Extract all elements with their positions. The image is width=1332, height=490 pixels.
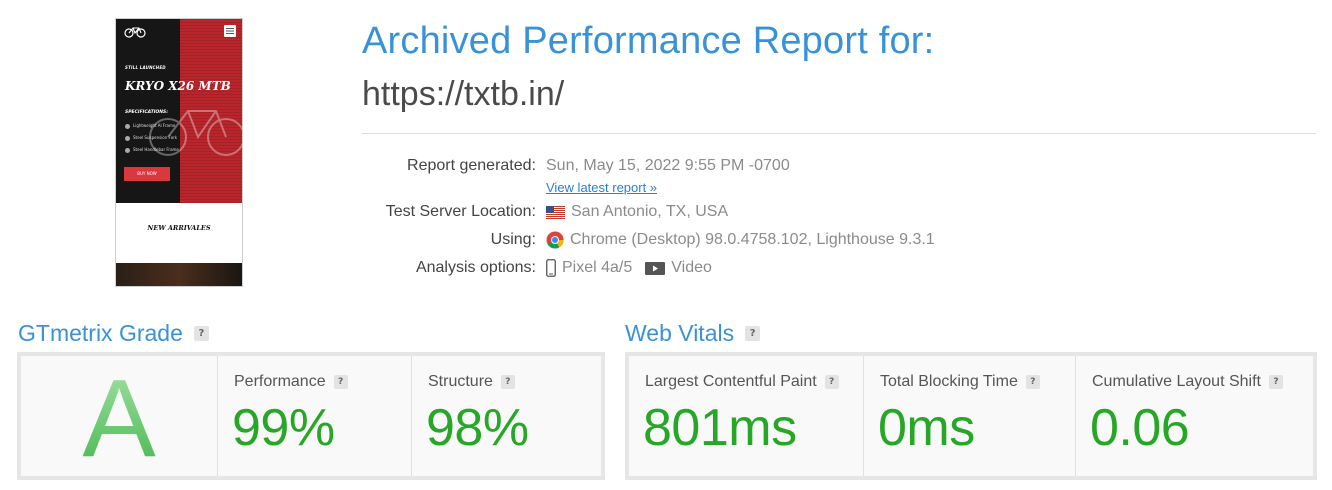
cls-value: 0.06 <box>1090 399 1190 457</box>
thumbnail-tagline: STILL LAUNCHED <box>125 65 166 70</box>
thumbnail-section-heading: NEW ARRIVALES <box>147 224 211 232</box>
performance-score: 99% <box>232 399 335 457</box>
cls-label: Cumulative Layout Shift? <box>1092 373 1283 391</box>
help-icon[interactable]: ? <box>745 326 761 341</box>
thumbnail-spec-item: Steel Handlebar Frame <box>125 147 179 153</box>
help-icon[interactable]: ? <box>824 375 839 389</box>
web-vitals-heading: Web Vitals ? <box>625 320 761 347</box>
performance-cell: Performance? 99% <box>218 356 412 476</box>
help-icon[interactable]: ? <box>1025 375 1040 389</box>
thumbnail-buy-button: BUY NOW <box>124 167 170 181</box>
gtmetrix-grade-panel: A Performance? 99% Structure? 98% <box>17 352 605 480</box>
help-icon[interactable]: ? <box>500 375 515 389</box>
gtmetrix-grade-heading: GTmetrix Grade ? <box>18 320 209 347</box>
using-label: Using: <box>490 231 536 248</box>
help-icon[interactable]: ? <box>333 375 348 389</box>
lcp-label: Largest Contentful Paint? <box>645 373 839 391</box>
report-generated-value: Sun, May 15, 2022 9:55 PM -0700 <box>546 157 790 174</box>
thumbnail-footer-image <box>116 263 242 286</box>
page-title: Archived Performance Report for: <box>362 20 935 62</box>
report-generated-label: Report generated: <box>407 157 536 174</box>
server-location-value: San Antonio, TX, USA <box>546 203 728 221</box>
tbt-value: 0ms <box>878 399 975 457</box>
grade-cell: A <box>21 356 218 476</box>
thumbnail-spec-item: Steel Suspension Fork <box>125 135 177 141</box>
lcp-cell: Largest Contentful Paint? 801ms <box>629 356 864 476</box>
structure-label: Structure? <box>428 373 515 391</box>
using-value: Chrome (Desktop) 98.0.4758.102, Lighthou… <box>546 231 935 249</box>
tbt-cell: Total Blocking Time? 0ms <box>864 356 1076 476</box>
bike-logo-icon <box>124 27 146 38</box>
help-icon[interactable]: ? <box>1268 375 1283 389</box>
thumbnail-product-title: KRYO X26 MTB <box>125 79 231 93</box>
analysis-options-value: Pixel 4a/5 Video <box>546 259 712 277</box>
grade-a-badge: A <box>82 368 156 464</box>
report-url: https://txtb.in/ <box>362 75 565 113</box>
thumbnail-spec-item: Lightweight Al Frame <box>125 123 175 129</box>
mobile-device-icon <box>546 259 556 277</box>
help-icon[interactable]: ? <box>193 326 209 341</box>
server-location-label: Test Server Location: <box>385 203 536 220</box>
video-icon <box>645 261 666 275</box>
device-name: Pixel 4a/5 <box>562 259 633 276</box>
view-latest-report-link[interactable]: View latest report » <box>546 180 657 195</box>
svg-text:A: A <box>82 368 156 464</box>
page-screenshot-thumbnail[interactable]: STILL LAUNCHED KRYO X26 MTB SPECIFICATIO… <box>115 18 243 287</box>
us-flag-icon <box>546 205 565 219</box>
structure-cell: Structure? 98% <box>412 356 601 476</box>
cls-cell: Cumulative Layout Shift? 0.06 <box>1076 356 1313 476</box>
performance-label: Performance? <box>234 373 348 391</box>
tbt-label: Total Blocking Time? <box>880 373 1040 391</box>
thumbnail-specs-heading: SPECIFICATIONS: <box>125 110 169 115</box>
chrome-icon <box>546 231 564 249</box>
video-option: Video <box>671 259 712 276</box>
analysis-options-label: Analysis options: <box>415 259 536 276</box>
grade-letter: A <box>21 356 217 476</box>
header-divider <box>362 133 1316 134</box>
structure-score: 98% <box>426 399 529 457</box>
lcp-value: 801ms <box>643 399 797 457</box>
web-vitals-panel: Largest Contentful Paint? 801ms Total Bl… <box>625 352 1317 480</box>
thumbnail-hero: STILL LAUNCHED KRYO X26 MTB SPECIFICATIO… <box>116 19 242 203</box>
hamburger-menu-icon <box>224 25 236 37</box>
